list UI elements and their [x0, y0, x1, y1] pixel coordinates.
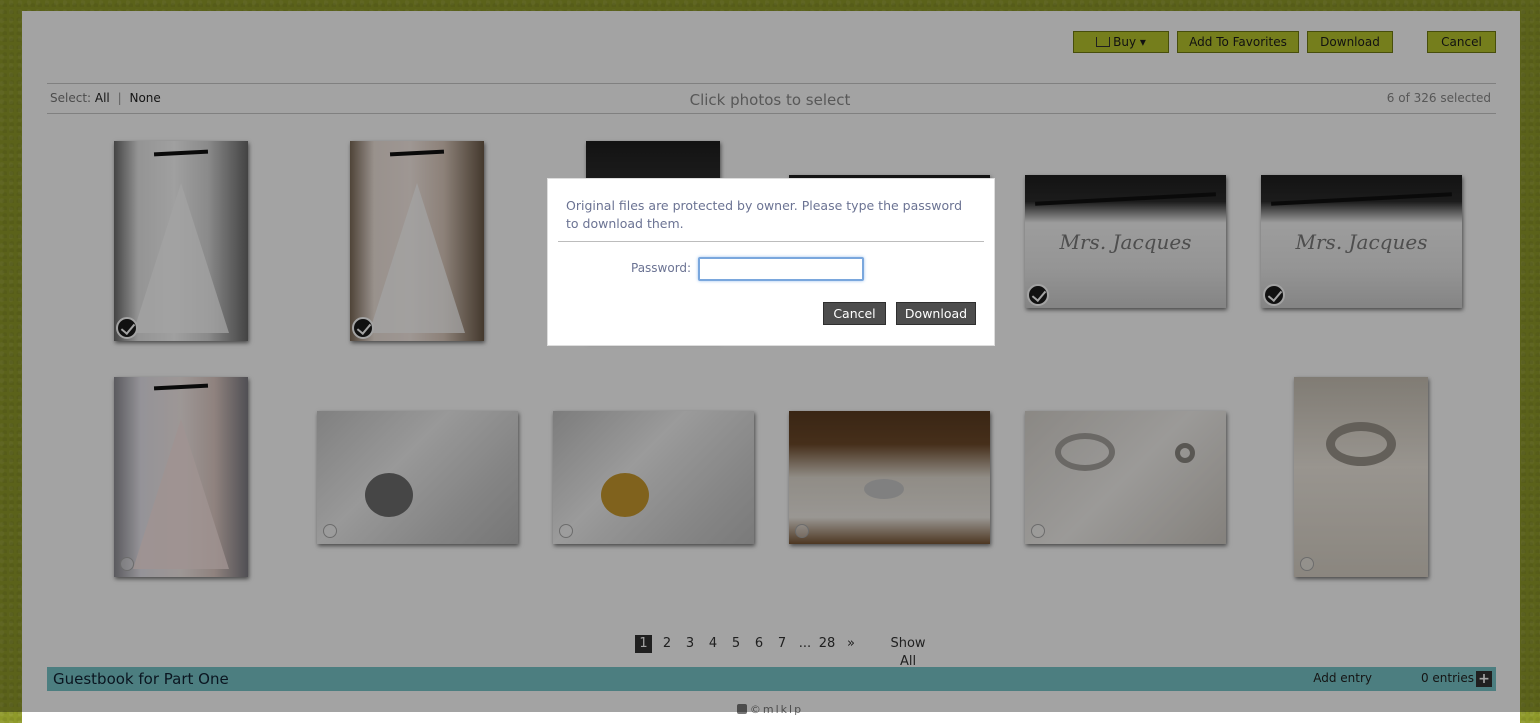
password-input[interactable]: [698, 257, 864, 281]
modal-overlay: [0, 0, 1540, 712]
dialog-download-button[interactable]: Download: [896, 302, 976, 325]
dialog-message: Original files are protected by owner. P…: [566, 198, 963, 231]
dialog-divider: [558, 241, 984, 242]
dialog-cancel-button[interactable]: Cancel: [823, 302, 886, 325]
password-label: Password:: [631, 261, 692, 275]
password-dialog: Original files are protected by owner. P…: [548, 179, 994, 345]
